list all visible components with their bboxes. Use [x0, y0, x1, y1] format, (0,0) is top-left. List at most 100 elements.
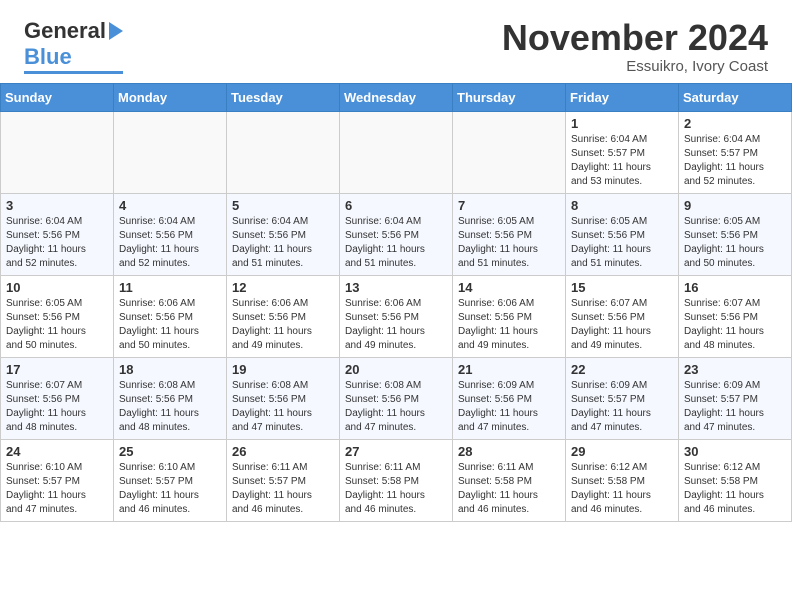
day-info: Sunrise: 6:04 AM Sunset: 5:56 PM Dayligh… [232, 215, 334, 271]
day-number: 24 [6, 444, 108, 459]
logo-underline [24, 71, 123, 74]
day-info: Sunrise: 6:04 AM Sunset: 5:57 PM Dayligh… [571, 133, 673, 189]
calendar-cell [1, 111, 114, 193]
day-info: Sunrise: 6:12 AM Sunset: 5:58 PM Dayligh… [571, 461, 673, 517]
month-title: November 2024 [502, 18, 768, 58]
day-info: Sunrise: 6:11 AM Sunset: 5:58 PM Dayligh… [458, 461, 560, 517]
logo-general-text: General [24, 18, 106, 44]
day-info: Sunrise: 6:12 AM Sunset: 5:58 PM Dayligh… [684, 461, 786, 517]
calendar-cell: 26 Sunrise: 6:11 AM Sunset: 5:57 PM Dayli… [227, 439, 340, 521]
calendar-cell [114, 111, 227, 193]
day-info: Sunrise: 6:09 AM Sunset: 5:56 PM Dayligh… [458, 379, 560, 435]
day-info: Sunrise: 6:06 AM Sunset: 5:56 PM Dayligh… [119, 297, 221, 353]
calendar-week-1: 1 Sunrise: 6:04 AM Sunset: 5:57 PM Daylig… [1, 111, 792, 193]
calendar-cell: 11 Sunrise: 6:06 AM Sunset: 5:56 PM Dayli… [114, 275, 227, 357]
day-number: 10 [6, 280, 108, 295]
calendar-body: 1 Sunrise: 6:04 AM Sunset: 5:57 PM Daylig… [1, 111, 792, 521]
day-number: 18 [119, 362, 221, 377]
day-info: Sunrise: 6:10 AM Sunset: 5:57 PM Dayligh… [6, 461, 108, 517]
weekday-header-tuesday: Tuesday [227, 83, 340, 111]
calendar-cell: 29 Sunrise: 6:12 AM Sunset: 5:58 PM Dayli… [566, 439, 679, 521]
day-info: Sunrise: 6:11 AM Sunset: 5:58 PM Dayligh… [345, 461, 447, 517]
calendar-cell: 25 Sunrise: 6:10 AM Sunset: 5:57 PM Dayli… [114, 439, 227, 521]
weekday-header-sunday: Sunday [1, 83, 114, 111]
day-info: Sunrise: 6:05 AM Sunset: 5:56 PM Dayligh… [6, 297, 108, 353]
calendar-cell: 20Sunrise: 6:08 AM Sunset: 5:56 PM Dayli… [340, 357, 453, 439]
day-number: 17 [6, 362, 108, 377]
calendar-cell: 24 Sunrise: 6:10 AM Sunset: 5:57 PM Dayli… [1, 439, 114, 521]
day-number: 27 [345, 444, 447, 459]
calendar-cell: 30 Sunrise: 6:12 AM Sunset: 5:58 PM Dayli… [679, 439, 792, 521]
day-number: 15 [571, 280, 673, 295]
calendar-cell: 10 Sunrise: 6:05 AM Sunset: 5:56 PM Dayli… [1, 275, 114, 357]
day-info: Sunrise: 6:06 AM Sunset: 5:56 PM Dayligh… [345, 297, 447, 353]
day-number: 2 [684, 116, 786, 131]
day-number: 12 [232, 280, 334, 295]
day-number: 11 [119, 280, 221, 295]
day-number: 14 [458, 280, 560, 295]
day-info: Sunrise: 6:07 AM Sunset: 5:56 PM Dayligh… [6, 379, 108, 435]
calendar-cell: 12 Sunrise: 6:06 AM Sunset: 5:56 PM Dayli… [227, 275, 340, 357]
day-number: 6 [345, 198, 447, 213]
location-text: Essuikro, Ivory Coast [502, 58, 768, 75]
day-number: 4 [119, 198, 221, 213]
day-number: 19 [232, 362, 334, 377]
day-number: 29 [571, 444, 673, 459]
weekday-header-thursday: Thursday [453, 83, 566, 111]
calendar-cell: 18 Sunrise: 6:08 AM Sunset: 5:56 PM Dayli… [114, 357, 227, 439]
page-header: General Blue November 2024 Essuikro, Ivo… [0, 0, 792, 83]
day-number: 23 [684, 362, 786, 377]
calendar-cell: 7Sunrise: 6:05 AM Sunset: 5:56 PM Daylig… [453, 193, 566, 275]
day-number: 26 [232, 444, 334, 459]
day-number: 9 [684, 198, 786, 213]
day-info: Sunrise: 6:09 AM Sunset: 5:57 PM Dayligh… [571, 379, 673, 435]
day-number: 1 [571, 116, 673, 131]
day-info: Sunrise: 6:04 AM Sunset: 5:56 PM Dayligh… [345, 215, 447, 271]
calendar-cell [453, 111, 566, 193]
logo: General Blue [24, 18, 123, 74]
logo-blue-text: Blue [24, 44, 72, 70]
logo-chevron-icon [109, 22, 123, 40]
day-info: Sunrise: 6:04 AM Sunset: 5:56 PM Dayligh… [6, 215, 108, 271]
calendar-cell: 19Sunrise: 6:08 AM Sunset: 5:56 PM Dayli… [227, 357, 340, 439]
day-info: Sunrise: 6:08 AM Sunset: 5:56 PM Dayligh… [119, 379, 221, 435]
day-number: 30 [684, 444, 786, 459]
day-info: Sunrise: 6:06 AM Sunset: 5:56 PM Dayligh… [458, 297, 560, 353]
day-info: Sunrise: 6:04 AM Sunset: 5:57 PM Dayligh… [684, 133, 786, 189]
calendar-cell: 16Sunrise: 6:07 AM Sunset: 5:56 PM Dayli… [679, 275, 792, 357]
calendar-table: SundayMondayTuesdayWednesdayThursdayFrid… [0, 83, 792, 522]
calendar-week-4: 17 Sunrise: 6:07 AM Sunset: 5:56 PM Dayli… [1, 357, 792, 439]
day-number: 25 [119, 444, 221, 459]
day-number: 21 [458, 362, 560, 377]
calendar-cell: 4Sunrise: 6:04 AM Sunset: 5:56 PM Daylig… [114, 193, 227, 275]
day-info: Sunrise: 6:11 AM Sunset: 5:57 PM Dayligh… [232, 461, 334, 517]
calendar-week-2: 3 Sunrise: 6:04 AM Sunset: 5:56 PM Daylig… [1, 193, 792, 275]
day-number: 13 [345, 280, 447, 295]
day-info: Sunrise: 6:10 AM Sunset: 5:57 PM Dayligh… [119, 461, 221, 517]
calendar-week-3: 10 Sunrise: 6:05 AM Sunset: 5:56 PM Dayli… [1, 275, 792, 357]
weekday-header-friday: Friday [566, 83, 679, 111]
calendar-cell: 13 Sunrise: 6:06 AM Sunset: 5:56 PM Dayli… [340, 275, 453, 357]
day-number: 22 [571, 362, 673, 377]
calendar-cell: 1 Sunrise: 6:04 AM Sunset: 5:57 PM Daylig… [566, 111, 679, 193]
day-number: 3 [6, 198, 108, 213]
calendar-cell [340, 111, 453, 193]
title-block: November 2024 Essuikro, Ivory Coast [502, 18, 768, 75]
weekday-header-monday: Monday [114, 83, 227, 111]
day-number: 28 [458, 444, 560, 459]
calendar-cell: 9Sunrise: 6:05 AM Sunset: 5:56 PM Daylig… [679, 193, 792, 275]
day-info: Sunrise: 6:09 AM Sunset: 5:57 PM Dayligh… [684, 379, 786, 435]
day-info: Sunrise: 6:07 AM Sunset: 5:56 PM Dayligh… [571, 297, 673, 353]
day-info: Sunrise: 6:07 AM Sunset: 5:56 PM Dayligh… [684, 297, 786, 353]
calendar-cell: 17 Sunrise: 6:07 AM Sunset: 5:56 PM Dayli… [1, 357, 114, 439]
day-info: Sunrise: 6:06 AM Sunset: 5:56 PM Dayligh… [232, 297, 334, 353]
calendar-cell: 14 Sunrise: 6:06 AM Sunset: 5:56 PM Dayli… [453, 275, 566, 357]
calendar-week-5: 24 Sunrise: 6:10 AM Sunset: 5:57 PM Dayli… [1, 439, 792, 521]
calendar-cell [227, 111, 340, 193]
weekday-header-saturday: Saturday [679, 83, 792, 111]
calendar-cell: 21 Sunrise: 6:09 AM Sunset: 5:56 PM Dayli… [453, 357, 566, 439]
calendar-cell: 27 Sunrise: 6:11 AM Sunset: 5:58 PM Dayli… [340, 439, 453, 521]
calendar-header-row: SundayMondayTuesdayWednesdayThursdayFrid… [1, 83, 792, 111]
calendar-cell: 28 Sunrise: 6:11 AM Sunset: 5:58 PM Dayli… [453, 439, 566, 521]
calendar-cell: 2 Sunrise: 6:04 AM Sunset: 5:57 PM Daylig… [679, 111, 792, 193]
